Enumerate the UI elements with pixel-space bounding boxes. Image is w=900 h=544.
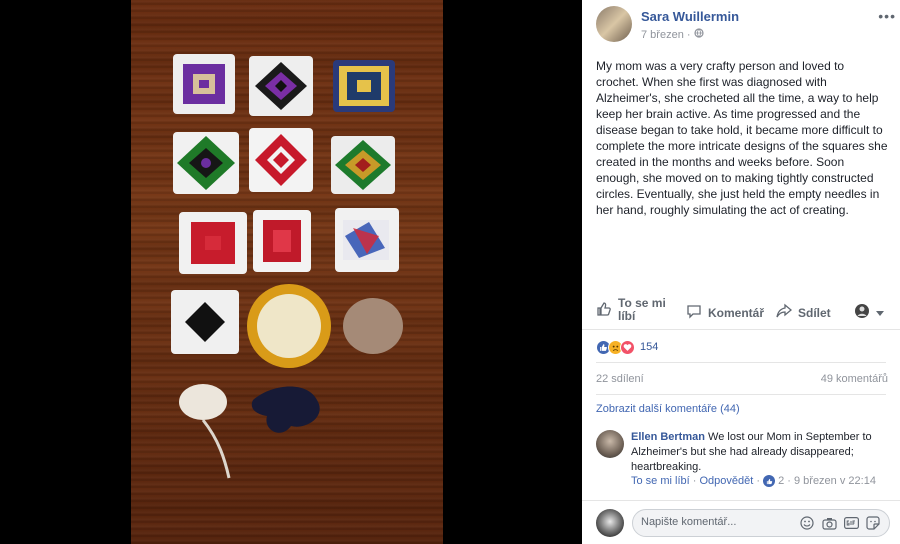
comment-input[interactable] [641,516,791,528]
crochet-squares-image [171,54,403,479]
post-text: My mom was a very crafty person and love… [596,59,888,217]
composer-icons [793,515,881,531]
square-1 [173,54,235,114]
square-6 [331,136,395,194]
love-reaction-icon [620,339,635,355]
emoji-icon[interactable] [799,515,815,531]
camera-icon[interactable] [821,515,837,531]
comment-label: Komentář [708,305,765,320]
post-date[interactable]: 7 březen [641,29,684,41]
reaction-summary[interactable]: 154 [596,338,658,356]
commenter-avatar[interactable] [596,430,624,458]
share-button[interactable]: Sdílet [776,303,831,322]
share-label: Sdílet [798,305,831,320]
author-avatar[interactable] [596,6,632,42]
comment-input-box[interactable] [632,509,890,537]
like-label-line2: líbí [618,309,636,323]
comment-composer [582,500,900,544]
reaction-count: 154 [640,341,659,353]
comments-count[interactable]: 49 komentářů [821,373,888,385]
comment-body: Ellen Bertman We lost our Mom in Septemb… [631,430,883,475]
photo-viewer [0,0,582,544]
react-as-selector[interactable] [854,303,890,322]
square-10 [171,290,239,354]
post-sidebar: Sara Wuillermin 7 březen · ••• My mom wa… [582,0,900,544]
current-user-avatar[interactable] [596,509,624,537]
comment-button[interactable]: Komentář [686,303,764,322]
shares-count[interactable]: 22 sdílení [596,373,644,385]
divider [596,394,886,395]
square-9 [335,208,399,272]
dot-separator: · [689,475,700,487]
thumbs-up-icon [596,301,618,320]
square-5 [249,128,313,192]
tangle-2 [251,386,320,433]
circle-1 [247,284,331,368]
comment-timestamp[interactable]: 9 březen v 22:14 [794,475,876,487]
meta-separator: · [686,29,694,41]
comment-actions: To se mi líbí · Odpovědět · 2 · 9 březen… [631,475,891,487]
tangle-1 [179,384,231,479]
square-3 [333,60,395,112]
post-header: Sara Wuillermin 7 březen · ••• [596,6,896,46]
dot-separator: · [753,475,764,487]
more-options-icon[interactable]: ••• [878,8,896,24]
like-button[interactable]: To se mi líbí [596,297,666,323]
sticker-icon[interactable] [865,515,881,531]
gif-icon[interactable] [843,515,859,531]
post-meta: 7 březen · [641,28,704,41]
like-label: To se mi líbí [618,297,666,323]
square-8 [253,210,311,272]
commenter-name[interactable]: Ellen Bertman [631,431,705,443]
comment-reply-link[interactable]: Odpovědět [699,475,753,487]
comment-bubble-icon [686,303,708,322]
profile-mini-icon [854,303,876,322]
view-more-comments-link[interactable]: Zobrazit další komentáře (44) [596,403,740,415]
author-name[interactable]: Sara Wuillermin [641,9,739,24]
dot-separator: · [784,475,794,487]
circle-2 [343,298,403,354]
square-2 [249,56,313,116]
divider [596,362,886,363]
chevron-down-icon [876,306,890,320]
square-7 [179,212,247,274]
square-4 [173,132,239,194]
share-arrow-icon [776,303,798,322]
comment-like-badge-icon [763,475,776,487]
post-actions-bar: To se mi líbí Komentář Sdílet [582,292,900,330]
post-photo[interactable] [131,0,443,544]
comment-like-link[interactable]: To se mi líbí [631,475,690,487]
globe-icon[interactable] [694,28,704,41]
